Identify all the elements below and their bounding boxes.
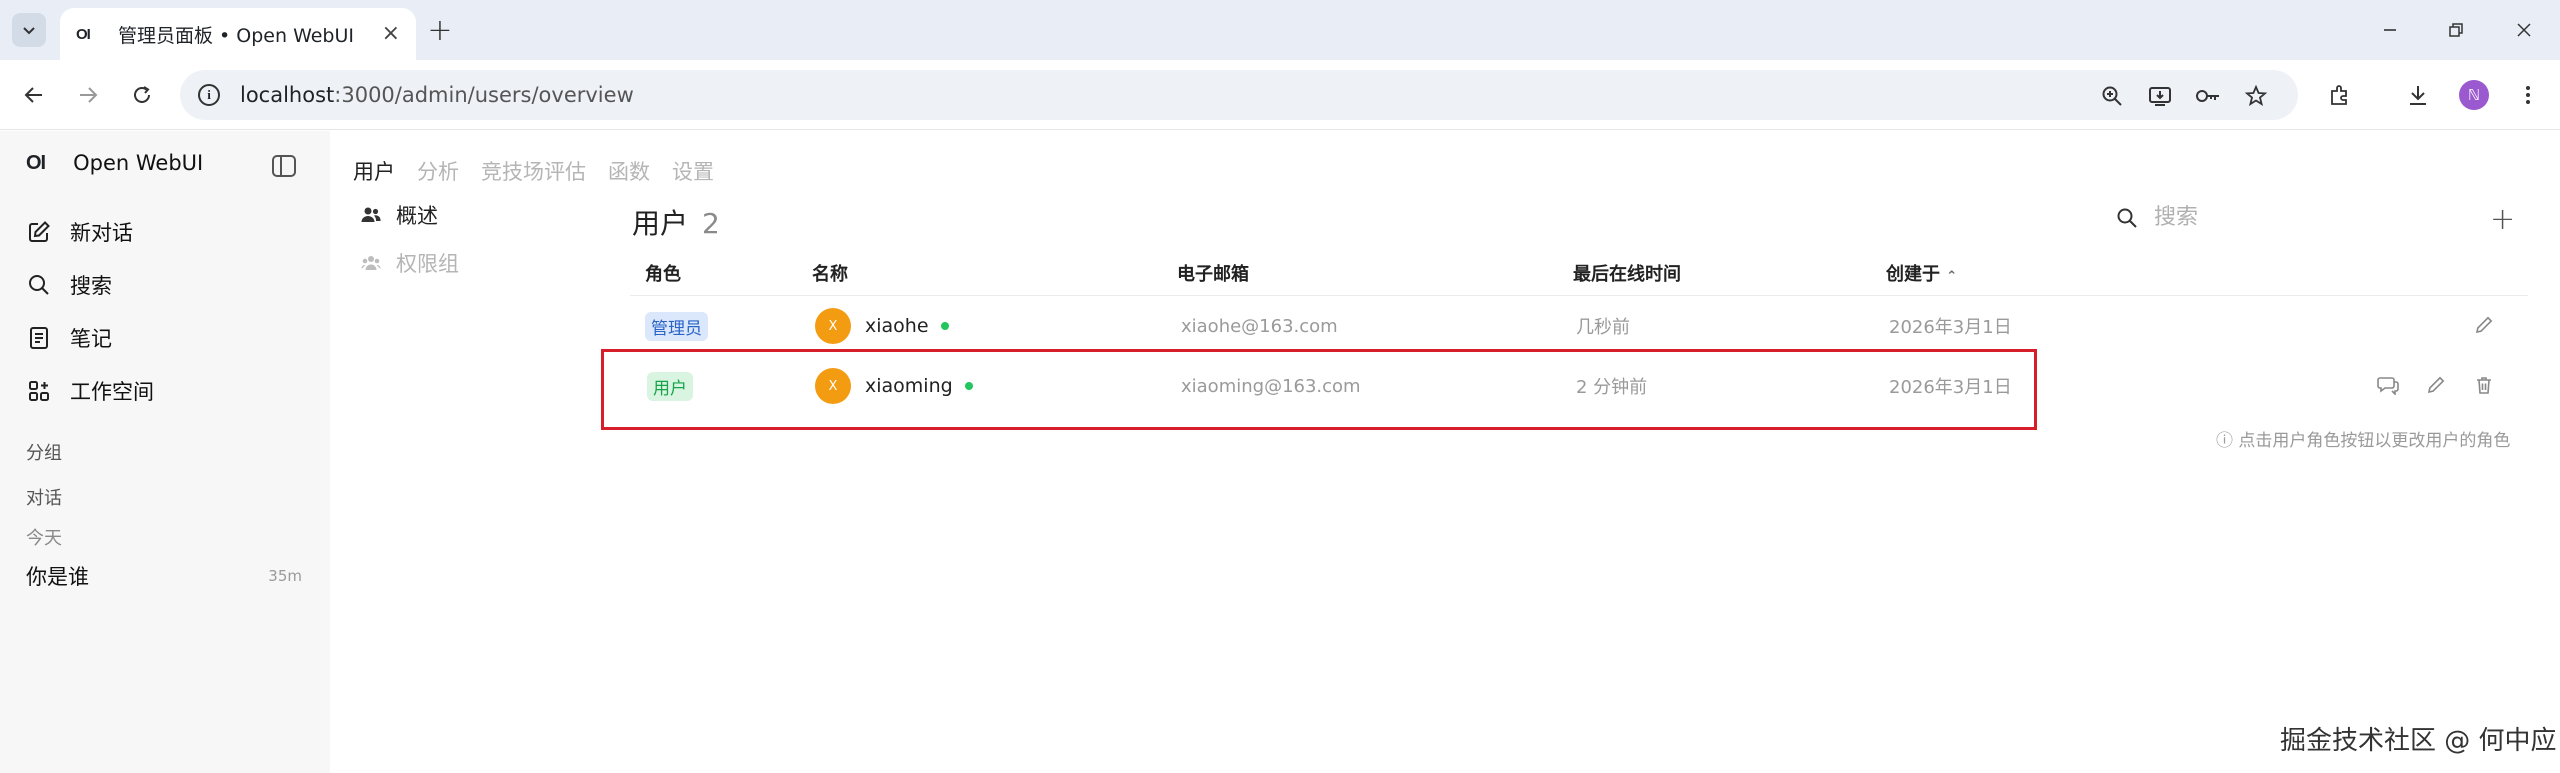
reload-icon (134, 86, 150, 103)
close-tab-icon[interactable]: × (382, 23, 400, 45)
groups-section-label[interactable]: 分组 (26, 439, 62, 465)
more-vertical-icon (2526, 86, 2530, 104)
chat-title: 你是谁 (26, 565, 89, 589)
table-row: 管理员 X xiaohe xiaohe@163.com 几秒前 2026年3月1… (630, 296, 2528, 356)
install-app-icon[interactable] (2146, 82, 2174, 110)
notes-icon (26, 325, 52, 351)
tab-settings[interactable]: 设置 (672, 156, 714, 186)
tab-search-menu-button[interactable] (12, 13, 46, 47)
browser-toolbar: i localhost:3000/admin/users/overview ℕ (0, 60, 2560, 130)
user-email: xiaohe@163.com (1181, 315, 1338, 337)
column-name[interactable]: 名称 (812, 260, 848, 286)
bookmark-star-icon[interactable] (2242, 82, 2270, 110)
role-change-hint: ⓘ 点击用户角色按钮以更改用户的角色 (2216, 431, 2511, 451)
user-created: 2026年3月1日 (1889, 317, 2012, 338)
search-icon (2117, 208, 2137, 228)
pencil-square-icon (26, 219, 52, 245)
restore-icon (2449, 23, 2463, 37)
restore-window-button[interactable] (2440, 14, 2472, 46)
search-input[interactable] (2154, 205, 2394, 230)
edit-user-icon[interactable] (2423, 372, 2449, 398)
sidebar-item-label: 笔记 (70, 327, 112, 351)
sidebar-item-workspace[interactable]: 工作空间 (26, 374, 154, 408)
extensions-icon[interactable] (2324, 79, 2356, 111)
subnav-overview-label: 概述 (396, 204, 438, 228)
sidebar-item-label: 工作空间 (70, 380, 154, 404)
sidebar-item-label: 新对话 (70, 221, 133, 245)
sidebar-item-new-chat[interactable]: 新对话 (26, 215, 133, 249)
tab-analytics[interactable]: 分析 (417, 156, 459, 186)
close-icon (2517, 23, 2531, 37)
watermark-text: 掘金技术社区 @ 何中应 (2280, 726, 2557, 756)
column-created[interactable]: 创建于 ⌃ (1886, 260, 1957, 286)
url-text: localhost:3000/admin/users/overview (240, 83, 634, 107)
open-webui-favicon-icon: OI (76, 25, 91, 43)
browser-tab-active[interactable]: OI 管理员面板 • Open WebUI × (60, 8, 416, 60)
new-tab-button[interactable]: + (424, 13, 456, 48)
avatar: X (815, 308, 851, 344)
forward-button[interactable] (70, 77, 106, 113)
minimize-window-button[interactable] (2374, 14, 2406, 46)
table-header: 角色 名称 电子邮箱 最后在线时间 创建于 ⌃ (630, 250, 2528, 296)
role-badge-admin[interactable]: 管理员 (645, 311, 708, 341)
sidebar-item-label: 搜索 (70, 274, 112, 298)
chat-list-item[interactable]: 你是谁 35m (26, 561, 302, 591)
sidebar-toggle-icon[interactable] (272, 155, 296, 177)
sidebar-item-search[interactable]: 搜索 (26, 268, 112, 302)
column-last-active[interactable]: 最后在线时间 (1573, 260, 1681, 286)
app-sidebar: OI Open WebUI 新对话 搜索 笔记 工作空间 分组 对话 今天 你是… (0, 131, 330, 773)
tab-functions[interactable]: 函数 (608, 156, 650, 186)
user-group-icon (360, 254, 382, 272)
grid-icon (26, 378, 52, 404)
add-user-button[interactable]: + (2490, 202, 2515, 237)
site-info-icon[interactable]: i (198, 84, 220, 106)
profile-avatar[interactable]: ℕ (2458, 79, 2490, 111)
users-icon (360, 206, 382, 224)
subnav-permission-groups[interactable]: 权限组 (360, 248, 459, 278)
column-role[interactable]: 角色 (645, 260, 681, 286)
today-section-label: 今天 (26, 528, 62, 549)
downloads-icon[interactable] (2402, 79, 2434, 111)
edit-user-icon[interactable] (2471, 312, 2497, 338)
browser-menu-button[interactable] (2512, 79, 2544, 111)
password-key-icon[interactable] (2194, 82, 2222, 110)
close-window-button[interactable] (2508, 14, 2540, 46)
user-name: xiaohe (865, 315, 929, 337)
search-icon (26, 272, 52, 298)
chat-time: 35m (268, 567, 302, 585)
open-webui-logo-icon: OI (26, 151, 46, 174)
subnav-permission-groups-label: 权限组 (396, 252, 459, 276)
chat-bubbles-icon[interactable] (2375, 372, 2401, 398)
column-email[interactable]: 电子邮箱 (1177, 260, 1249, 286)
browser-tabstrip: OI 管理员面板 • Open WebUI × + (0, 0, 2560, 60)
back-button[interactable] (16, 77, 52, 113)
sidebar-item-notes[interactable]: 笔记 (26, 321, 112, 355)
tab-title: 管理员面板 • Open WebUI (118, 24, 355, 47)
profile-icon: ℕ (2459, 80, 2489, 110)
brand[interactable]: OI Open WebUI (26, 151, 203, 175)
address-bar[interactable]: i localhost:3000/admin/users/overview (180, 70, 2298, 120)
reload-button[interactable] (124, 77, 160, 113)
page-title: 用户 2 (632, 207, 720, 240)
delete-user-icon[interactable] (2471, 372, 2497, 398)
online-status-dot (940, 322, 949, 330)
admin-tabs: 用户 分析 竞技场评估 函数 设置 (353, 156, 736, 186)
arrow-left-icon (24, 87, 42, 103)
user-search[interactable] (2116, 205, 2394, 230)
sort-asc-icon: ⌃ (1946, 269, 1958, 284)
tab-arena-evaluation[interactable]: 竞技场评估 (481, 156, 586, 186)
zoom-icon[interactable] (2098, 82, 2126, 110)
arrow-right-icon (80, 87, 98, 103)
brand-name: Open WebUI (73, 151, 204, 175)
subnav-overview[interactable]: 概述 (360, 200, 438, 230)
tab-users[interactable]: 用户 (353, 156, 395, 186)
minimize-icon (2384, 29, 2396, 31)
chats-section-label[interactable]: 对话 (26, 484, 62, 510)
user-count: 2 (702, 207, 720, 240)
user-last-active: 几秒前 (1576, 317, 1630, 338)
chevron-down-icon (23, 27, 35, 35)
highlight-annotation-box (601, 349, 2037, 430)
